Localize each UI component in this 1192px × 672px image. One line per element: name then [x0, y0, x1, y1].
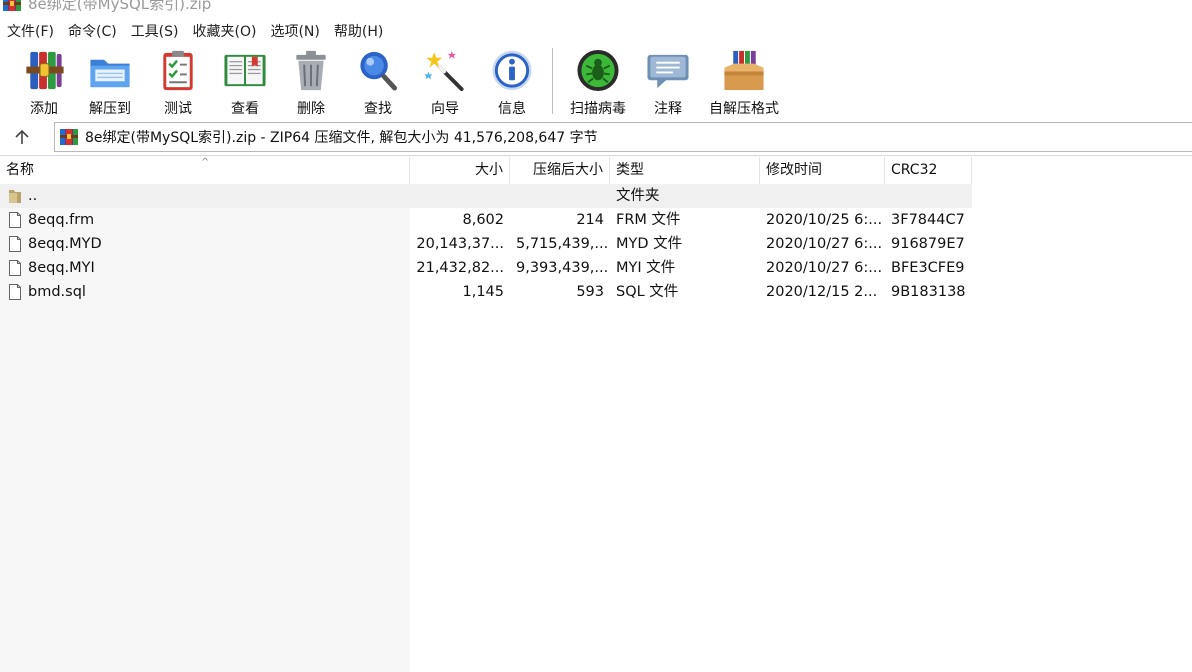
column-header-row: ^ 名称 大小 压缩后大小 类型 修改时间 CRC32 [0, 157, 972, 184]
comment-icon [647, 54, 689, 89]
column-header-type[interactable]: 类型 [610, 157, 760, 184]
file-crc [885, 184, 972, 208]
wizard-button[interactable]: 向导 [412, 44, 478, 118]
toolbar: 添加 解压到 测试 查看 删除 查找 向导 信息 扫描病毒 注释 自解压格式 [0, 44, 1192, 120]
find-button[interactable]: 查找 [344, 44, 412, 118]
table-row-parent[interactable]: .. 文件夹 [0, 184, 972, 208]
menu-file[interactable]: 文件(F) [0, 21, 61, 43]
extract-folder-icon [90, 59, 130, 88]
toolbar-separator [552, 48, 553, 114]
file-icon [9, 212, 21, 228]
table-row[interactable]: 8eqq.frm 8,602 214 FRM 文件 2020/10/25 6:.… [0, 208, 972, 232]
trash-icon [296, 50, 326, 91]
address-bar: 8e绑定(带MySQL索引).zip - ZIP64 压缩文件, 解包大小为 4… [0, 121, 1192, 153]
file-name: bmd.sql [28, 284, 86, 300]
view-button[interactable]: 查看 [212, 44, 278, 118]
file-modified: 2020/10/27 6:... [766, 236, 883, 252]
file-type: 文件夹 [616, 188, 660, 204]
file-size: 20,143,37... [416, 236, 504, 252]
file-packed-size: 214 [576, 212, 604, 228]
file-size: 1,145 [462, 284, 504, 300]
file-name: 8eqq.frm [28, 212, 95, 228]
column-header-modified[interactable]: 修改时间 [760, 157, 885, 184]
virus-scan-button[interactable]: 扫描病毒 [561, 44, 635, 118]
address-field[interactable]: 8e绑定(带MySQL索引).zip - ZIP64 压缩文件, 解包大小为 4… [54, 122, 1192, 152]
sfx-button[interactable]: 自解压格式 [701, 44, 787, 118]
table-row[interactable]: 8eqq.MYI 21,432,82... 9,393,439,... MYI … [0, 256, 972, 280]
file-icon [9, 260, 21, 276]
file-name: 8eqq.MYD [28, 236, 102, 252]
table-row[interactable]: 8eqq.MYD 20,143,37... 5,715,439,... MYD … [0, 232, 972, 256]
winrar-archive-icon [60, 129, 78, 145]
file-packed-size: 593 [576, 284, 604, 300]
table-row[interactable]: bmd.sql 1,145 593 SQL 文件 2020/12/15 2...… [0, 280, 972, 304]
file-size: 21,432,82... [416, 260, 504, 276]
address-text: 8e绑定(带MySQL索引).zip - ZIP64 压缩文件, 解包大小为 4… [85, 130, 598, 146]
sfx-box-icon [724, 50, 764, 91]
menu-help[interactable]: 帮助(H) [327, 21, 390, 43]
view-book-icon [224, 54, 266, 87]
file-crc: BFE3CFE9 [891, 260, 965, 276]
file-type: MYI 文件 [616, 260, 676, 276]
menu-command[interactable]: 命令(C) [61, 21, 124, 43]
add-button[interactable]: 添加 [12, 44, 76, 118]
test-button[interactable]: 测试 [144, 44, 212, 118]
title-bar: 8e绑定(带MySQL索引).zip [0, 0, 1192, 14]
file-packed-size [510, 184, 610, 208]
file-packed-size: 9,393,439,... [516, 260, 609, 276]
file-rows: .. 文件夹 8eqq.frm 8,602 214 FRM 文件 2020/10… [0, 184, 972, 304]
file-type: FRM 文件 [616, 212, 681, 228]
column-header-crc[interactable]: CRC32 [885, 157, 972, 184]
archive-add-icon [26, 51, 64, 90]
menu-tools[interactable]: 工具(S) [124, 21, 186, 43]
file-modified: 2020/12/15 2... [766, 284, 878, 300]
file-modified [760, 184, 885, 208]
extract-to-button[interactable]: 解压到 [76, 44, 144, 118]
menu-options[interactable]: 选项(N) [263, 21, 326, 43]
winrar-app-icon [3, 0, 21, 11]
wizard-wand-icon [424, 50, 464, 92]
file-size: 8,602 [462, 212, 504, 228]
delete-button[interactable]: 删除 [278, 44, 344, 118]
menu-favorites[interactable]: 收藏夹(O) [186, 21, 264, 43]
info-icon [492, 50, 532, 91]
test-clipboard-icon [163, 50, 193, 91]
column-header-name[interactable]: ^ 名称 [0, 157, 410, 184]
sort-ascending-icon: ^ [201, 157, 210, 168]
column-header-size[interactable]: 大小 [410, 157, 510, 184]
file-modified: 2020/10/25 6:... [766, 212, 883, 228]
file-size [410, 184, 510, 208]
file-packed-size: 5,715,439,... [516, 236, 609, 252]
file-modified: 2020/10/27 6:... [766, 260, 883, 276]
file-icon [9, 236, 21, 252]
up-folder-button[interactable] [0, 122, 44, 152]
magnifier-icon [360, 51, 398, 91]
file-crc: 3F7844C7 [891, 212, 965, 228]
info-button[interactable]: 信息 [478, 44, 546, 118]
menu-bar: 文件(F) 命令(C) 工具(S) 收藏夹(O) 选项(N) 帮助(H) [0, 20, 1192, 44]
folder-icon [9, 190, 21, 203]
window-title: 8e绑定(带MySQL索引).zip [28, 0, 212, 13]
file-crc: 916879E7 [891, 236, 965, 252]
file-name: .. [28, 188, 38, 204]
arrow-up-icon [15, 129, 29, 144]
virus-scan-icon [577, 49, 619, 92]
file-list: ^ 名称 大小 压缩后大小 类型 修改时间 CRC32 .. 文件夹 8eqq.… [0, 156, 1192, 672]
file-type: MYD 文件 [616, 236, 683, 252]
file-type: SQL 文件 [616, 284, 679, 300]
comment-button[interactable]: 注释 [635, 44, 701, 118]
column-header-packed[interactable]: 压缩后大小 [510, 157, 610, 184]
file-name: 8eqq.MYI [28, 260, 95, 276]
file-icon [9, 284, 21, 300]
file-crc: 9B183138 [891, 284, 966, 300]
